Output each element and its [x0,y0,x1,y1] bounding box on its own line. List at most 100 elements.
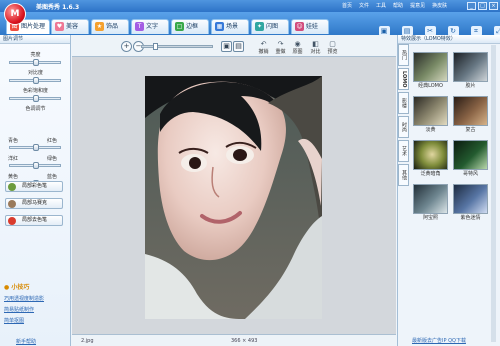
canvas-area: + − ▣ ▤ ↶ 撤销 ↷ 重做 ◉ 原图 ◧ 对比 ▢ 预览 2.jpg 3… [72,35,396,346]
app-logo: M [4,3,26,25]
top-menu: 首页 文件 工具 帮助 提意见 换皮肤 [342,2,447,9]
mosaic-icon [8,200,16,208]
effect-thumbnail [453,52,488,82]
panel-scroll-area[interactable] [491,45,496,342]
tip-link-1[interactable]: 巧用透视度制造影 [4,295,44,302]
effect-thumbnail [413,140,448,170]
effect-thumbnail [413,52,448,82]
maximize-button[interactable]: □ [478,2,487,10]
tab-other[interactable]: 其他 [398,164,409,186]
undo-icon: ↶ [260,40,267,48]
saturation-slider[interactable] [9,95,61,102]
text-icon: T [135,22,144,31]
magenta-green-knob[interactable] [33,162,39,169]
menu-home[interactable]: 首页 [342,2,352,9]
flash-icon: ✦ [255,22,264,31]
contrast-slider[interactable] [9,77,61,84]
main-tab-bar: 图图片处理 ♥美容 ★饰品 T文字 □边框 ▦场景 ✦闪图 ☺娃娃 ▣打开 ▤保… [0,12,500,44]
original-icon: ◉ [294,40,301,48]
contrast-slider-row: 对比度 [0,69,70,84]
cyan-red-slider[interactable] [9,144,61,151]
left-panel: 图片调节 亮度 对比度 色彩饱和度 色调调节 青色 红色 洋红 绿色 黄色 蓝色… [0,35,71,346]
effect-thumbnail [453,184,488,214]
photo-preview[interactable] [145,76,322,319]
effect-gothic[interactable]: 哥特风 [453,140,488,178]
local-remove-color-button[interactable]: 局部去色笔 [5,215,63,226]
scene-icon: ▦ [215,22,224,31]
compare-button[interactable]: ◧ 对比 [307,40,324,56]
redo-button[interactable]: ↷ 重做 [272,40,289,56]
doll-icon: ☺ [295,22,304,31]
help-link[interactable]: 新手帮助 [16,338,36,345]
status-bar: 2.jpg 366 × 493 [72,334,396,346]
preview-button[interactable]: ▢ 预览 [324,40,341,56]
effect-abao[interactable]: 阿宝照 [413,184,448,222]
menu-tools[interactable]: 工具 [376,2,386,9]
title-bar: 美图秀秀 1.6.3 首页 文件 工具 帮助 提意见 换皮肤 _ □ × [0,0,500,12]
effect-vintage[interactable]: 复古 [453,96,488,134]
tab-hot[interactable]: 热门 [398,44,409,66]
frame-icon: □ [175,22,184,31]
tab-fashion[interactable]: 时尚 [398,116,409,138]
undo-button[interactable]: ↶ 撤销 [255,40,272,56]
contrast-knob[interactable] [33,77,39,84]
heart-icon: ♥ [55,22,64,31]
color-pen-icon [8,183,16,191]
effect-category-tabs: 热门 LOMO 影楼 时尚 艺术 其他 [398,44,409,188]
adjust-panel-title: 图片调节 [0,35,70,44]
local-mosaic-button[interactable]: 局部马赛克 [5,198,63,209]
actual-size-button[interactable]: ▤ [233,41,244,52]
saturation-slider-row: 色彩饱和度 [0,87,70,102]
star-icon: ★ [95,22,104,31]
tab-frame[interactable]: □ 边框 [171,19,209,34]
menu-file[interactable]: 文件 [359,2,369,9]
redo-icon: ↷ [277,40,284,48]
effect-yellow-vignette[interactable]: 泛黄暗角 [413,140,448,178]
saturation-knob[interactable] [33,95,39,102]
tab-art[interactable]: 艺术 [398,140,409,162]
zoom-in-button[interactable]: + [121,41,132,52]
original-button[interactable]: ◉ 原图 [289,40,306,56]
preview-icon: ▢ [329,40,336,48]
close-button[interactable]: × [489,2,498,10]
lightbulb-icon: ● [4,284,10,291]
effect-thumbnail [413,184,448,214]
minimize-button[interactable]: _ [467,2,476,10]
tip-link-3[interactable]: 简单抠图 [4,317,44,324]
effect-thumbnail [453,140,488,170]
effect-thumbnail [413,96,448,126]
effect-film[interactable]: 胶片 [453,52,488,90]
tab-scene[interactable]: ▦ 场景 [211,19,249,34]
canvas-toolbar: + − ▣ ▤ ↶ 撤销 ↷ 重做 ◉ 原图 ◧ 对比 ▢ 预览 [72,35,396,57]
portrait-photo [145,76,322,319]
effect-light-yellow[interactable]: 淡黄 [413,96,448,134]
menu-skin[interactable]: 换皮肤 [432,2,447,9]
tab-lomo[interactable]: LOMO [398,68,409,90]
tab-doll[interactable]: ☺ 娃娃 [291,19,329,34]
effect-purple-mood[interactable]: 紫色迷情 [453,184,488,222]
zoom-slider[interactable] [141,43,213,50]
tab-accessories[interactable]: ★ 饰品 [91,19,129,34]
tab-beauty[interactable]: ♥ 美容 [51,19,89,34]
tab-flash[interactable]: ✦ 闪图 [251,19,289,34]
tab-text[interactable]: T 文字 [131,19,169,34]
cyan-red-knob[interactable] [33,144,39,151]
brightness-slider-row: 亮度 [0,51,70,66]
tip-link-2[interactable]: 简易贴纸制作 [4,306,44,313]
footer-link[interactable]: 最新版去广告IP QQ下载 [412,337,466,344]
tab-studio[interactable]: 影楼 [398,92,409,114]
file-name: 2.jpg [81,338,94,344]
effect-lomo-classic[interactable]: 经典LOMO [413,52,448,90]
local-color-pen-button[interactable]: 局部彩色笔 [5,181,63,192]
image-dimensions: 366 × 493 [231,338,258,344]
zoom-knob[interactable] [152,43,158,50]
brightness-knob[interactable] [33,59,39,66]
fit-window-button[interactable]: ▣ [221,41,232,52]
menu-help[interactable]: 帮助 [393,2,403,9]
magenta-green-slider[interactable] [9,162,61,169]
brightness-slider[interactable] [9,59,61,66]
right-panel: 特效展示（LOMO特效） 热门 LOMO 影楼 时尚 艺术 其他 经典LOMO … [397,35,500,346]
menu-feedback[interactable]: 提意见 [410,2,425,9]
compare-icon: ◧ [312,40,319,48]
effect-panel-title: 特效展示（LOMO特效） [398,35,500,44]
